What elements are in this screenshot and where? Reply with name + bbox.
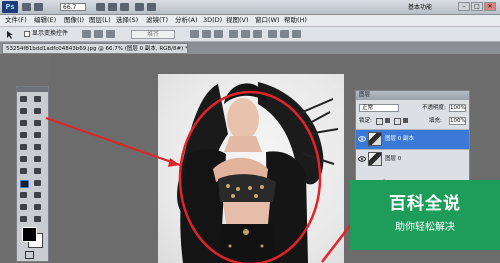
- watermark-subtitle: 助你轻松解决: [395, 222, 455, 233]
- watermark-title: 百科全说: [389, 194, 461, 214]
- annotation-arrow-line: [45, 117, 181, 166]
- annotation-arrow-head: [168, 158, 180, 167]
- annotation-ellipse: [178, 90, 322, 263]
- watermark-badge: 百科全说 助你轻松解决: [350, 180, 500, 250]
